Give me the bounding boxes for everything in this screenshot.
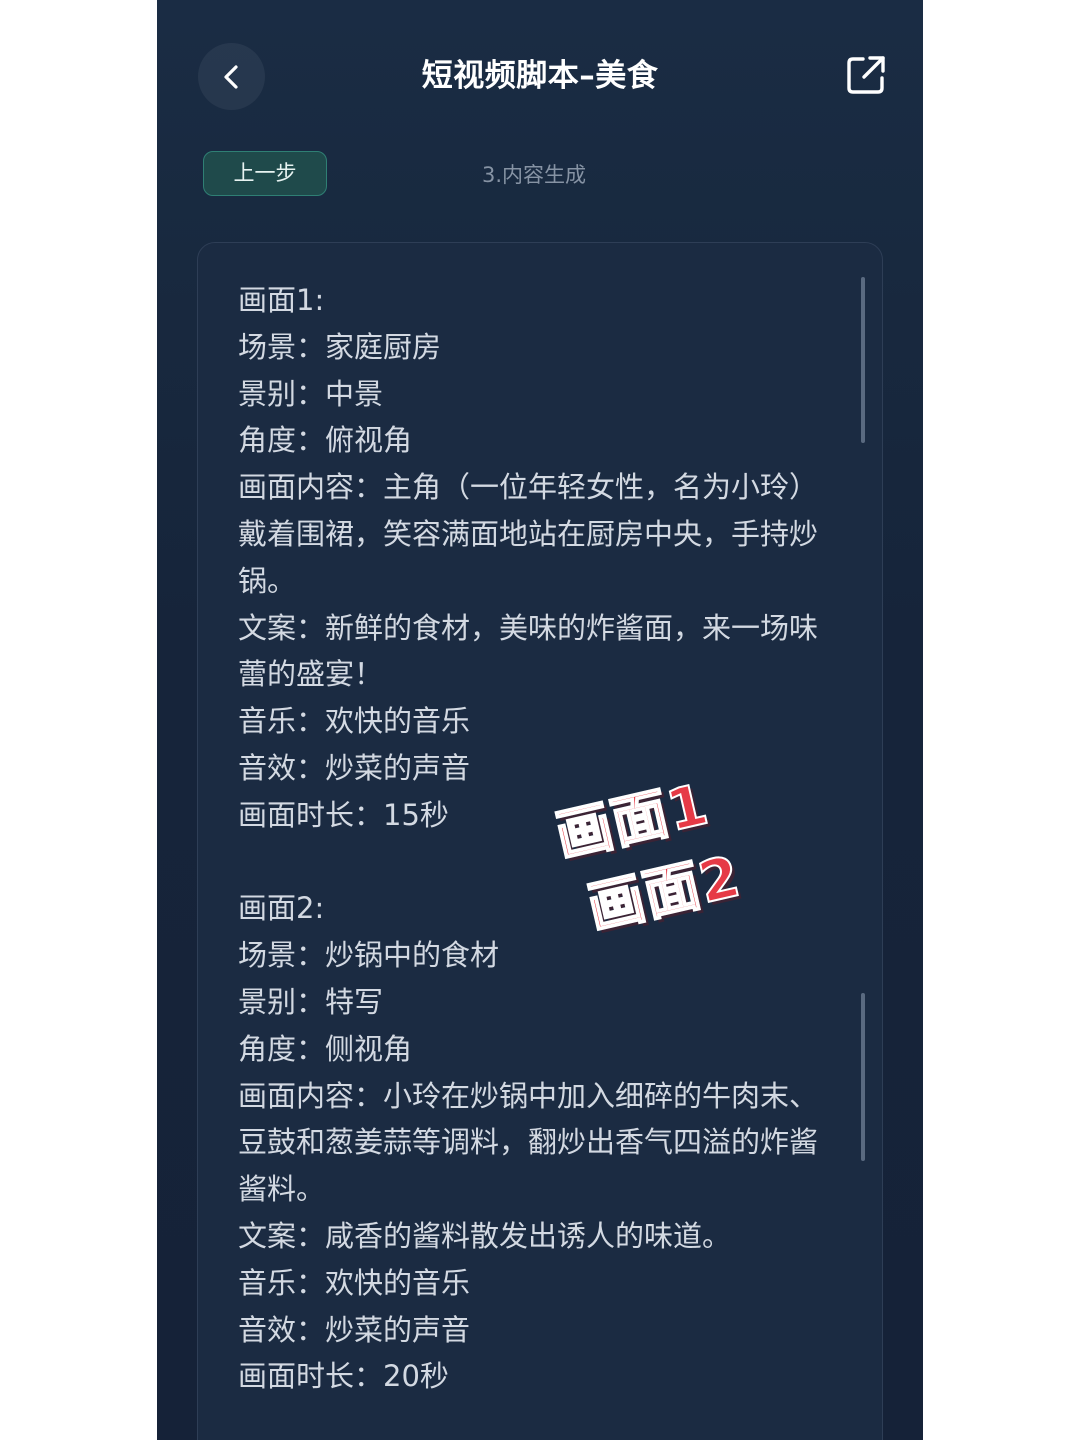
scene-line: 画面内容：小玲在炒锅中加入细碎的牛肉末、豆鼓和葱姜蒜等调料，翻炒出香气四溢的炸酱… [238, 1078, 819, 1207]
share-button[interactable] [845, 54, 887, 96]
scene-line: 画面时长：15秒 [238, 797, 449, 832]
app-screen: 短视频脚本–美食 上一步 3.内容生成 画面1: 场景：家庭厨房 景别：中景 角… [157, 0, 923, 1440]
scene-line: 文案：新鲜的食材，美味的炸酱面，来一场味蕾的盛宴！ [238, 610, 819, 692]
scene-heading: 画面1: [238, 283, 325, 317]
scene-line: 景别：特写 [238, 984, 384, 1019]
script-content-card[interactable]: 画面1: 场景：家庭厨房 景别：中景 角度：俯视角 画面内容：主角（一位年轻女性… [197, 242, 883, 1440]
scene-line: 音乐：欢快的音乐 [238, 704, 471, 739]
scene-line: 画面时长：20秒 [238, 1359, 449, 1394]
scene-line: 文案：咸香的酱料散发出诱人的味道。 [238, 1218, 732, 1253]
scrollbar[interactable] [861, 277, 865, 443]
scene-line: 场景：炒锅中的食材 [238, 938, 500, 973]
external-link-icon [847, 56, 885, 94]
scene-line: 画面内容：主角（一位年轻女性，名为小玲）戴着围裙，笑容满面地站在厨房中央，手持炒… [238, 470, 819, 598]
scene-line: 音效：炒菜的声音 [238, 750, 471, 785]
scene-heading: 画面2: [238, 891, 325, 926]
step-indicator: 3.内容生成 [482, 163, 587, 187]
scene-line: 音乐：欢快的音乐 [238, 1265, 471, 1300]
page-title: 短视频脚本–美食 [421, 58, 659, 94]
previous-step-button[interactable]: 上一步 [203, 151, 327, 196]
scene-line: 场景：家庭厨房 [238, 329, 442, 364]
scene-line: 景别：中景 [238, 376, 384, 411]
scene-line: 音效：炒菜的声音 [238, 1312, 471, 1347]
scene-line: 角度：俯视角 [238, 423, 413, 458]
script-text: 画面1: 场景：家庭厨房 景别：中景 角度：俯视角 画面内容：主角（一位年轻女性… [238, 277, 838, 1400]
scene-line: 角度：侧视角 [238, 1031, 413, 1066]
scrollbar[interactable] [861, 993, 865, 1161]
